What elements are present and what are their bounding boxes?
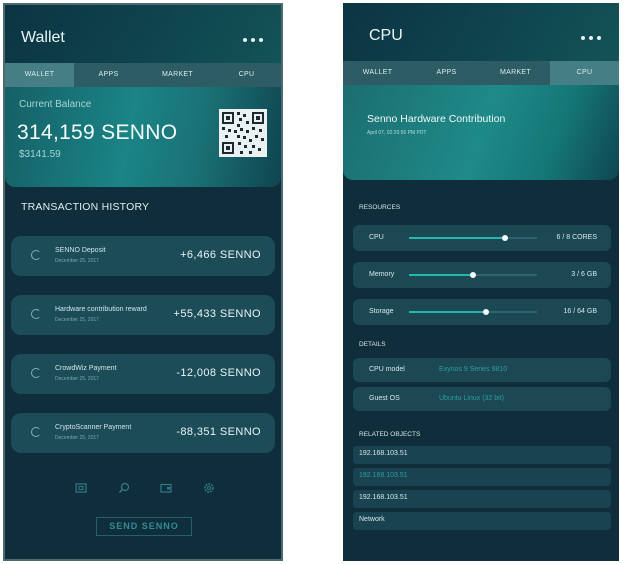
transaction-date: December 25, 2017 [55,435,99,441]
detail-label: CPU model [369,366,405,373]
resource-slider[interactable] [409,271,537,278]
related-object-item[interactable]: 192.168.103.51 [353,468,611,486]
settings-icon[interactable] [203,481,215,493]
qr-code-icon[interactable] [219,109,267,157]
tab-wallet[interactable]: WALLET [5,63,74,87]
tab-wallet[interactable]: WALLET [343,61,412,85]
transaction-row[interactable]: SENNO Deposit December 25, 2017 +6,466 S… [11,236,275,276]
page-title: Wallet [21,29,65,46]
tab-cpu[interactable]: CPU [550,61,619,85]
detail-row-cpu-model: CPU model Exynos 9 Series 9810 [353,358,611,382]
slider-knob[interactable] [502,234,508,241]
banner-title: Senno Hardware Contribution [367,113,506,125]
resource-value: 3 / 6 GB [571,271,597,278]
wallet-header: Wallet [5,5,281,63]
resource-label: Storage [369,308,394,315]
bottom-icon-bar [75,481,215,494]
card-icon[interactable] [160,481,172,493]
detail-label: Guest OS [369,395,400,402]
tab-cpu[interactable]: CPU [212,63,281,87]
transaction-amount: -12,008 SENNO [176,367,261,379]
page-title: CPU [369,27,403,44]
related-object-label: 192.168.103.51 [359,450,408,457]
detail-value[interactable]: Exynos 9 Series 9810 [439,366,507,373]
contribution-banner: Senno Hardware Contribution April 07, 02… [343,85,619,180]
search-icon[interactable] [118,481,130,494]
resource-row-memory: Memory 3 / 6 GB [353,262,611,288]
transaction-history-title: TRANSACTION HISTORY [21,201,150,213]
wallet-icon[interactable] [75,481,87,493]
related-object-item[interactable]: 192.168.103.51 [353,490,611,508]
transaction-name: CryptoScanner Payment [55,424,132,431]
tab-bar: WALLET APPS MARKET CPU [343,61,619,85]
banner-timestamp: April 07, 02:20:56 PM PDT [367,130,427,136]
related-object-label: 192.168.103.51 [359,472,408,479]
detail-row-guest-os: Guest OS Ubuntu Linux (32 bit) [353,387,611,411]
transaction-row[interactable]: CrowdWiz Payment December 25, 2017 -12,0… [11,354,275,394]
balance-card: Current Balance 314,159 SENNO $3141.59 [5,87,281,187]
pending-spinner-icon [31,309,41,319]
tab-market[interactable]: MARKET [481,61,550,85]
tab-market[interactable]: MARKET [143,63,212,87]
more-menu-icon[interactable] [243,38,263,42]
cpu-screen: CPU WALLET APPS MARKET CPU Senno Hardwar… [343,3,619,561]
balance-amount: 314,159 SENNO [17,121,178,144]
related-object-item[interactable]: 192.168.103.51 [353,446,611,464]
pending-spinner-icon [31,368,41,378]
balance-usd: $3141.59 [19,149,61,160]
transaction-name: SENNO Deposit [55,247,106,254]
resource-row-cpu: CPU 6 / 8 CORES [353,225,611,251]
related-objects-heading: RELATED OBJECTS [359,431,421,438]
send-senno-button[interactable]: SEND SENNO [96,517,192,536]
transaction-row[interactable]: CryptoScanner Payment December 25, 2017 … [11,413,275,453]
resource-fill [409,311,486,313]
resource-fill [409,274,473,276]
resource-slider[interactable] [409,234,537,241]
resource-label: Memory [369,271,395,278]
transaction-amount: +55,433 SENNO [173,308,261,320]
pending-spinner-icon [31,427,41,437]
resource-label: CPU [369,234,384,241]
related-object-label: Network [359,516,385,523]
transaction-amount: +6,466 SENNO [180,249,261,261]
transaction-name: Hardware contribution reward [55,306,147,313]
tab-apps[interactable]: APPS [74,63,143,87]
transaction-date: December 25, 2017 [55,376,99,382]
current-balance-label: Current Balance [19,99,92,110]
tab-apps[interactable]: APPS [412,61,481,85]
pending-spinner-icon [31,250,41,260]
transaction-name: CrowdWiz Payment [55,365,117,372]
resource-slider[interactable] [409,308,537,315]
tab-bar: WALLET APPS MARKET CPU [5,63,281,87]
transaction-row[interactable]: Hardware contribution reward December 25… [11,295,275,335]
related-object-item[interactable]: Network [353,512,611,530]
cpu-header: CPU [343,3,619,61]
resource-value: 6 / 8 CORES [556,234,597,241]
slider-knob[interactable] [482,308,489,315]
transaction-date: December 25, 2017 [55,258,99,264]
resource-row-storage: Storage 16 / 64 GB [353,299,611,325]
detail-value[interactable]: Ubuntu Linux (32 bit) [439,395,504,402]
resource-fill [409,237,505,239]
transaction-amount: -88,351 SENNO [176,426,261,438]
resources-heading: RESOURCES [359,204,401,211]
resource-value: 16 / 64 GB [563,308,597,315]
wallet-screen: Wallet WALLET APPS MARKET CPU Current Ba… [3,3,283,561]
related-object-label: 192.168.103.51 [359,494,408,501]
transaction-date: December 25, 2017 [55,317,99,323]
more-menu-icon[interactable] [581,36,601,40]
slider-knob[interactable] [470,271,476,278]
details-heading: DETAILS [359,341,386,348]
